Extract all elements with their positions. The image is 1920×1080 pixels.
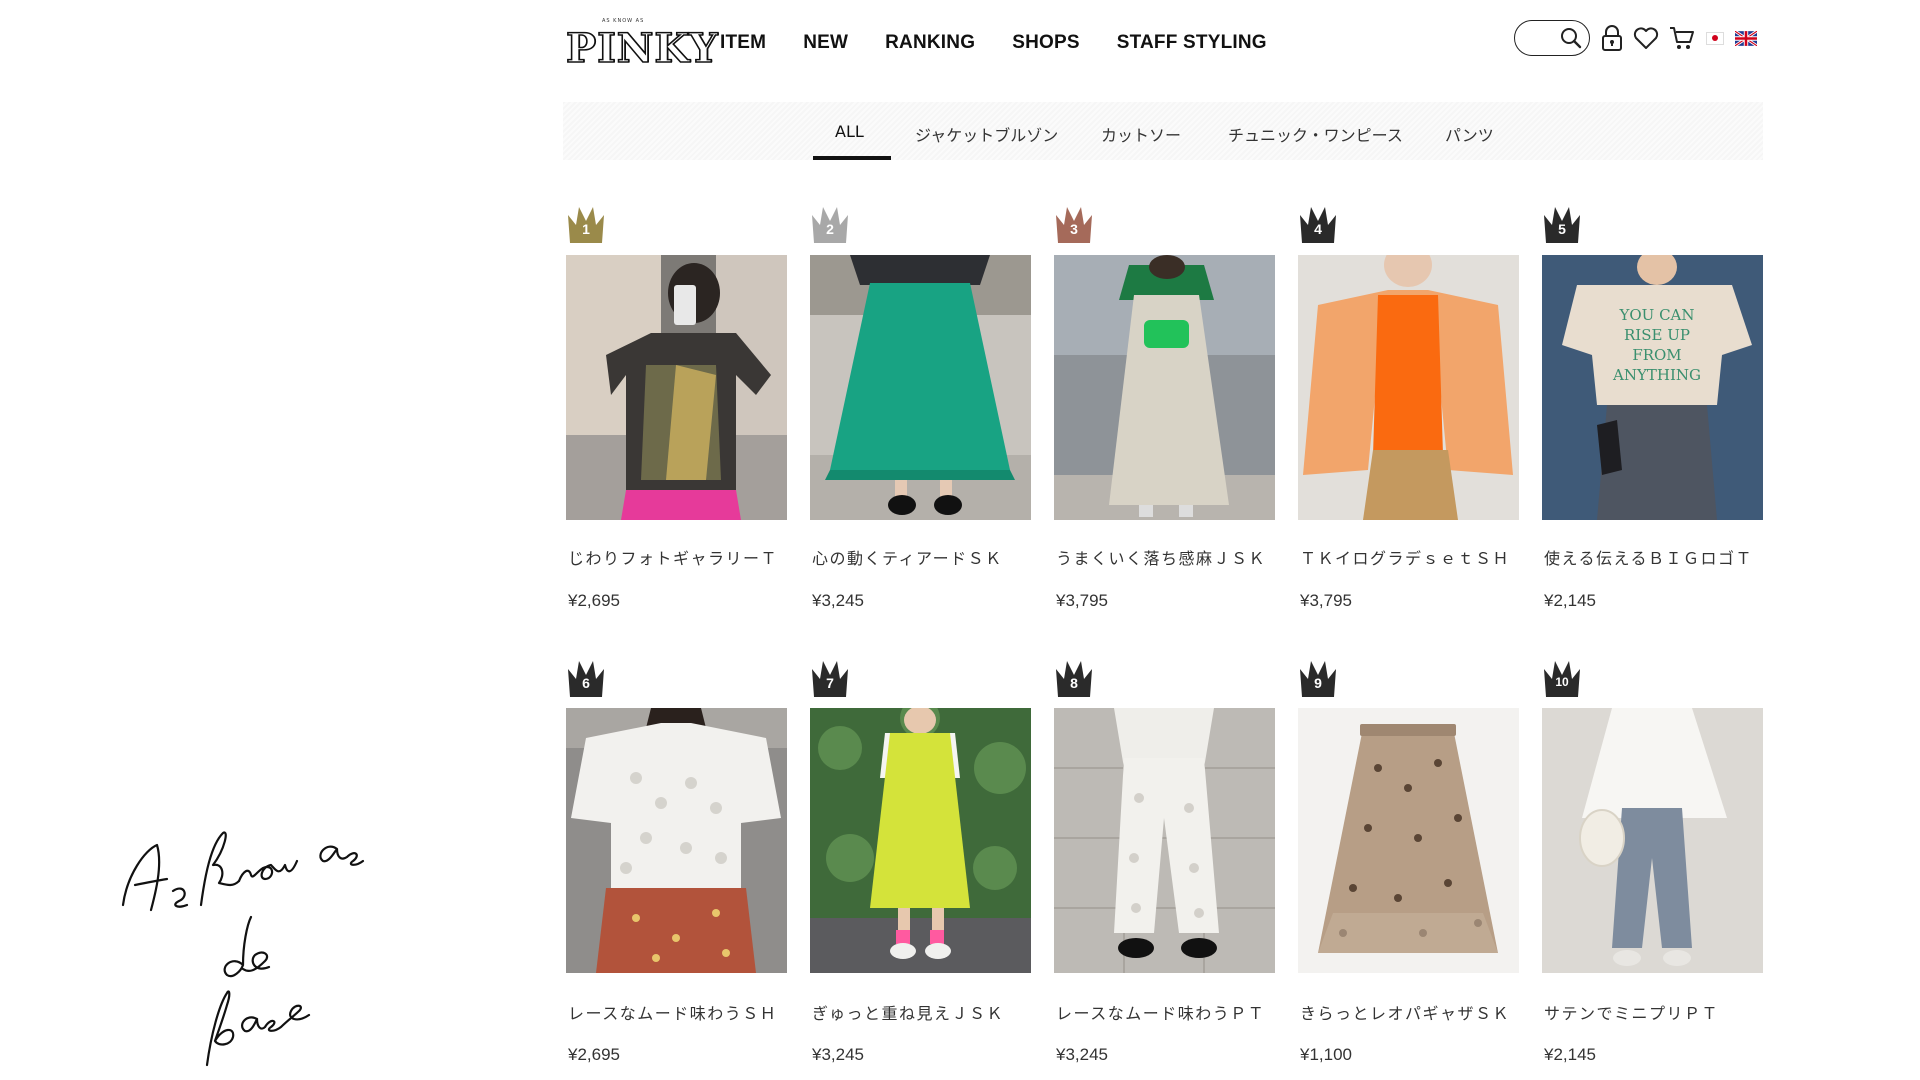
rank-number: 8	[1070, 675, 1078, 691]
product-image[interactable]	[1054, 255, 1275, 520]
nav-item-shops[interactable]: SHOPS	[1012, 32, 1080, 54]
tab-tunic-onepiece[interactable]: チュニック・ワンピース	[1228, 122, 1403, 146]
category-tabs: ALL ジャケットブルゾン カットソー チュニック・ワンピース パンツ	[563, 102, 1763, 160]
product-name[interactable]: レースなムード味わうＰＴ	[1056, 1000, 1265, 1024]
product-price: ¥3,245	[812, 1045, 864, 1064]
product-image[interactable]: YOU CAN RISE UP FROM ANYTHING	[1542, 255, 1763, 520]
product-price: ¥3,245	[1056, 1045, 1108, 1064]
nav-item-item[interactable]: ITEM	[720, 32, 766, 54]
site-header: AS KNOW AS PINKY ITEM NEW RANKING SHOPS …	[0, 0, 1920, 95]
rank-crown-icon: 10	[1542, 657, 1582, 699]
cart-icon[interactable]	[1668, 25, 1696, 51]
rank-crown-icon: 9	[1298, 657, 1338, 699]
product-price: ¥2,145	[1544, 591, 1596, 610]
rank-crown-icon: 6	[566, 657, 606, 699]
rank-crown-icon: 3	[1054, 203, 1094, 245]
product-image[interactable]	[810, 255, 1031, 520]
rank-crown-icon: 8	[1054, 657, 1094, 699]
tshirt-print-line: YOU CAN	[1618, 306, 1694, 324]
tshirt-print-line: FROM	[1632, 346, 1681, 364]
rank-number: 10	[1555, 675, 1569, 689]
header-icons	[1514, 20, 1757, 56]
tab-all[interactable]: ALL	[835, 122, 864, 141]
flag-jp-icon[interactable]	[1706, 31, 1724, 45]
tab-jacket-blouson[interactable]: ジャケットブルゾン	[915, 122, 1058, 146]
rank-number: 1	[582, 221, 590, 237]
brand-logo[interactable]: AS KNOW AS PINKY	[565, 16, 718, 73]
main-nav: ITEM NEW RANKING SHOPS STAFF STYLING	[720, 32, 1267, 54]
product-price: ¥3,795	[1056, 591, 1108, 610]
rank-number: 6	[582, 675, 590, 691]
rank-number: 4	[1314, 221, 1322, 237]
product-name[interactable]: 心の動くティアードＳＫ	[812, 545, 1003, 569]
search-input[interactable]	[1514, 20, 1590, 56]
product-name[interactable]: ぎゅっと重ね見えＪＳＫ	[812, 1000, 1004, 1024]
nav-item-staff-styling[interactable]: STAFF STYLING	[1117, 32, 1267, 54]
tshirt-print-line: RISE UP	[1624, 326, 1690, 344]
tab-cut-and-sewn[interactable]: カットソー	[1101, 122, 1181, 146]
rank-number: 5	[1558, 221, 1566, 237]
product-price: ¥3,795	[1300, 591, 1352, 610]
product-image[interactable]	[810, 708, 1031, 973]
rank-number: 9	[1314, 675, 1322, 691]
rank-crown-icon: 1	[566, 203, 606, 245]
rank-number: 7	[826, 675, 834, 691]
product-price: ¥1,100	[1300, 1045, 1352, 1064]
product-image[interactable]	[1542, 708, 1763, 973]
product-price: ¥3,245	[812, 591, 864, 610]
product-image[interactable]	[1298, 255, 1519, 520]
product-price: ¥2,145	[1544, 1045, 1596, 1064]
rank-number: 3	[1070, 221, 1078, 237]
lock-icon[interactable]	[1600, 24, 1624, 52]
product-name[interactable]: うまくいく落ち感麻ＪＳＫ	[1056, 545, 1266, 569]
rank-crown-icon: 2	[810, 203, 850, 245]
logo-subtitle: AS KNOW AS	[602, 18, 645, 24]
nav-item-new[interactable]: NEW	[803, 32, 848, 54]
rank-crown-icon: 7	[810, 657, 850, 699]
product-image[interactable]	[1054, 708, 1275, 973]
tab-pants[interactable]: パンツ	[1445, 122, 1494, 146]
product-price: ¥2,695	[568, 591, 620, 610]
heart-icon[interactable]	[1632, 25, 1660, 51]
product-image[interactable]	[1298, 708, 1519, 973]
handwritten-signature	[121, 831, 365, 1067]
product-name[interactable]: ＴＫイログラデｓｅｔＳＨ	[1300, 545, 1510, 569]
rank-crown-icon: 4	[1298, 203, 1338, 245]
product-price: ¥2,695	[568, 1045, 620, 1064]
product-name[interactable]: レースなムード味わうＳＨ	[568, 1000, 777, 1024]
rank-crown-icon: 5	[1542, 203, 1582, 245]
search-icon	[1561, 28, 1582, 49]
tshirt-print-line: ANYTHING	[1612, 366, 1701, 384]
product-name[interactable]: じわりフォトギャラリーＴ	[568, 545, 778, 569]
product-name[interactable]: 使える伝えるＢＩＧロゴＴ	[1544, 545, 1753, 569]
product-image[interactable]	[566, 708, 787, 973]
flag-uk-icon[interactable]	[1735, 30, 1757, 46]
logo-wordmark: PINKY	[565, 24, 719, 73]
active-tab-indicator	[813, 156, 891, 160]
rank-number: 2	[826, 221, 834, 237]
nav-item-ranking[interactable]: RANKING	[885, 32, 975, 54]
product-name[interactable]: サテンでミニプリＰＴ	[1544, 1000, 1719, 1024]
product-name[interactable]: きらっとレオパギャザＳＫ	[1300, 1000, 1510, 1024]
product-image[interactable]	[566, 255, 787, 520]
